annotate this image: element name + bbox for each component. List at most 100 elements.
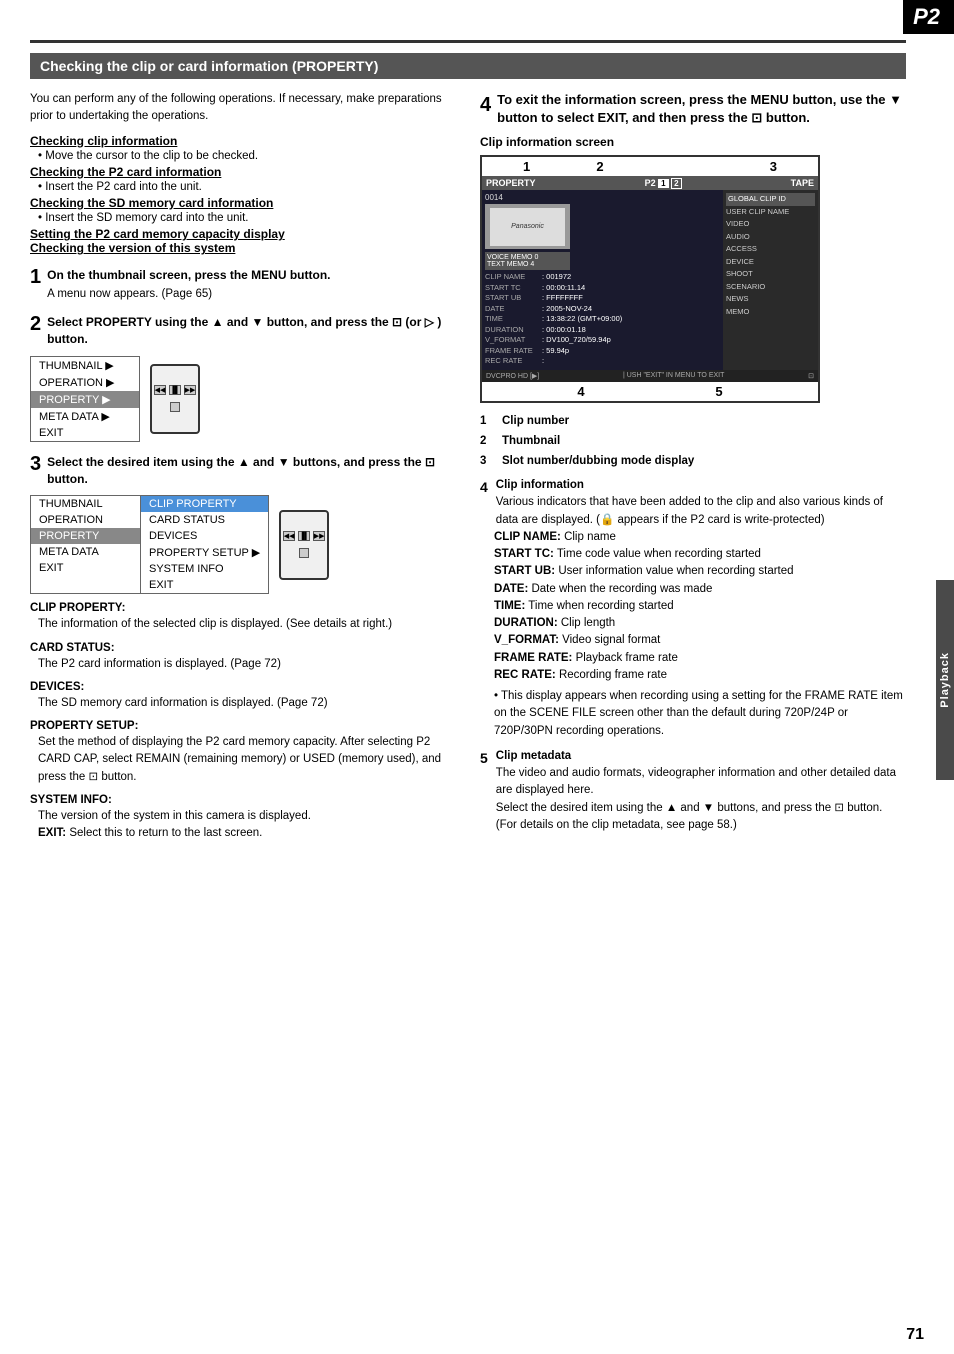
setting-p2-heading: Setting the P2 card memory capacity disp… xyxy=(30,227,460,241)
playback-label: Playback xyxy=(939,652,951,708)
screen-top-bar: PROPERTY P2 1 2 TAPE xyxy=(482,176,818,190)
system-info-section: SYSTEM INFO: The version of the system i… xyxy=(30,794,460,825)
property-setup-heading: PROPERTY SETUP: xyxy=(30,720,460,732)
clip-metadata-content: Clip metadata The video and audio format… xyxy=(496,748,906,834)
playback-sidebar: Playback xyxy=(936,580,954,780)
screen-memo-item: MEMO xyxy=(726,306,815,319)
remote-btn-rewind[interactable]: ◀◀ xyxy=(154,385,166,395)
remote-btn-ffwd2[interactable]: ▶▶ xyxy=(313,531,325,541)
remote-btn-play2[interactable]: ▐▌ xyxy=(298,531,310,541)
clip-info-num-row: 4 Clip information Various indicators th… xyxy=(480,477,906,529)
intro-text: You can perform any of the following ope… xyxy=(30,91,460,126)
screen-right-panel: GLOBAL CLIP ID USER CLIP NAME VIDEO AUDI… xyxy=(723,190,818,370)
step3-menu-exit[interactable]: EXIT xyxy=(31,560,140,576)
screen-user-clip-name: USER CLIP NAME xyxy=(726,206,815,219)
menu-item-exit[interactable]: EXIT xyxy=(31,425,139,441)
screen-global-clip-id: GLOBAL CLIP ID xyxy=(726,193,815,206)
remote-btn-square[interactable] xyxy=(170,402,180,412)
devices-section: DEVICES: The SD memory card information … xyxy=(30,681,460,712)
menu-item-metadata[interactable]: META DATA ▶ xyxy=(31,408,139,425)
clip-metadata-body: The video and audio formats, videographe… xyxy=(496,767,896,796)
step1-subtext: A menu now appears. (Page 65) xyxy=(30,286,460,302)
step3-menu-metadata[interactable]: META DATA xyxy=(31,544,140,560)
item-clip-number: 1 Clip number xyxy=(480,413,906,429)
sub-clip-property[interactable]: CLIP PROPERTY xyxy=(141,496,268,512)
step3-submenu-container: THUMBNAIL OPERATION PROPERTY META DATA E… xyxy=(30,495,460,594)
remote-btn-play[interactable]: ▐▌ xyxy=(169,385,181,395)
clip-info-content: Clip information Various indicators that… xyxy=(496,477,906,529)
remote-btn-ffwd[interactable]: ▶▶ xyxy=(184,385,196,395)
checking-p2-heading: Checking the P2 card information xyxy=(30,165,460,179)
step2-menu: THUMBNAIL ▶ OPERATION ▶ PROPERTY ▶ META … xyxy=(30,356,140,442)
screen-top-right: TAPE xyxy=(791,178,814,188)
clip-info-sub-items: CLIP NAME: Clip name START TC: Time code… xyxy=(480,529,906,740)
screen-left-panel: 0014 Panasonic VOICE MEMO 0 TEXT MEMO 4 xyxy=(482,190,723,370)
step4-text: To exit the information screen, press th… xyxy=(497,91,906,127)
sub-devices[interactable]: DEVICES xyxy=(141,528,268,544)
devices-heading: DEVICES: xyxy=(30,681,460,693)
clip-info-screen-label: Clip information screen xyxy=(480,135,906,149)
sub-system-info[interactable]: SYSTEM INFO xyxy=(141,561,268,577)
checking-version-heading: Checking the version of this system xyxy=(30,241,460,255)
step3-main-menu: THUMBNAIL OPERATION PROPERTY META DATA E… xyxy=(30,495,140,594)
menu-item-thumbnail[interactable]: THUMBNAIL ▶ xyxy=(31,357,139,374)
remote-btn-rewind2[interactable]: ◀◀ xyxy=(283,531,295,541)
card-status-heading: CARD STATUS: xyxy=(30,642,460,654)
property-setup-body: Set the method of displaying the P2 card… xyxy=(30,734,460,786)
clip-info-body: Various indicators that have been added … xyxy=(496,496,883,525)
item-slot-number: 3 Slot number/dubbing mode display xyxy=(480,453,906,469)
step2-menu-container: THUMBNAIL ▶ OPERATION ▶ PROPERTY ▶ META … xyxy=(30,356,460,442)
screen-num-4: 4 xyxy=(577,384,584,399)
screen-body: 0014 Panasonic VOICE MEMO 0 TEXT MEMO 4 xyxy=(482,190,818,370)
remote-btn-square2[interactable] xyxy=(299,548,309,558)
step3-menu-operation[interactable]: OPERATION xyxy=(31,512,140,528)
checking-clip-text: Move the cursor to the clip to be checke… xyxy=(30,148,460,165)
step3: 3 Select the desired item using the ▲ an… xyxy=(30,454,460,488)
screen-clip-num: 0014 xyxy=(485,193,720,202)
screen-thumbnail: Panasonic xyxy=(485,204,570,249)
screen-scenario: SCENARIO xyxy=(726,281,815,294)
menu-item-operation[interactable]: OPERATION ▶ xyxy=(31,374,139,391)
step1-text: On the thumbnail screen, press the MENU … xyxy=(47,267,460,284)
left-column: You can perform any of the following ope… xyxy=(30,91,460,842)
system-info-heading: SYSTEM INFO: xyxy=(30,794,460,806)
screen-num-5: 5 xyxy=(715,384,722,399)
item-thumbnail: 2 Thumbnail xyxy=(480,433,906,449)
step1: 1 On the thumbnail screen, press the MEN… xyxy=(30,267,460,302)
clip-info-detail: 4 Clip information Various indicators th… xyxy=(480,477,906,740)
sub-property-setup[interactable]: PROPERTY SETUP ▶ xyxy=(141,544,268,561)
numbered-list: 1 Clip number 2 Thumbnail 3 Slot number/… xyxy=(480,413,906,469)
step2-text: Select PROPERTY using the ▲ and ▼ button… xyxy=(47,314,460,348)
step2: 2 Select PROPERTY using the ▲ and ▼ butt… xyxy=(30,314,460,348)
exit-section: EXIT: Select this to return to the last … xyxy=(30,825,460,842)
step3-menu-property[interactable]: PROPERTY xyxy=(31,528,140,544)
step4-num: 4 xyxy=(480,91,491,119)
screen-shoot: SHOOT xyxy=(726,268,815,281)
screen-bottom-bar: DVCPRO HD [▶] | USH "EXIT" IN MENU TO EX… xyxy=(482,370,818,382)
screen-device: DEVICE xyxy=(726,256,815,269)
step3-text: Select the desired item using the ▲ and … xyxy=(47,454,460,488)
remote-control-2: ◀◀ ▐▌ ▶▶ xyxy=(279,510,329,580)
remote-control-1: ◀◀ ▐▌ ▶▶ xyxy=(150,364,200,434)
card-status-section: CARD STATUS: The P2 card information is … xyxy=(30,642,460,673)
sub-card-status[interactable]: CARD STATUS xyxy=(141,512,268,528)
page-header: Checking the clip or card information (P… xyxy=(30,53,906,79)
step3-menu-thumbnail[interactable]: THUMBNAIL xyxy=(31,496,140,512)
step3-submenu-layout: THUMBNAIL OPERATION PROPERTY META DATA E… xyxy=(30,495,269,594)
screen-audio: AUDIO xyxy=(726,231,815,244)
clip-property-body: The information of the selected clip is … xyxy=(30,616,460,633)
screen-memo: VOICE MEMO 0 TEXT MEMO 4 xyxy=(485,252,570,270)
screen-bottom-right: | USH "EXIT" IN MENU TO EXIT xyxy=(623,372,724,380)
clip-metadata-detail: 5 Clip metadata The video and audio form… xyxy=(480,748,906,834)
sub-exit[interactable]: EXIT xyxy=(141,577,268,593)
system-info-body: The version of the system in this camera… xyxy=(30,808,460,825)
screen-bottom-left: DVCPRO HD [▶] xyxy=(486,372,539,380)
screen-video: VIDEO xyxy=(726,218,815,231)
menu-item-property[interactable]: PROPERTY ▶ xyxy=(31,391,139,408)
checking-p2-text: Insert the P2 card into the unit. xyxy=(30,179,460,196)
property-setup-section: PROPERTY SETUP: Set the method of displa… xyxy=(30,720,460,786)
screen-news: NEWS xyxy=(726,293,815,306)
screen-memo-text: TEXT MEMO 4 xyxy=(487,261,568,268)
clip-metadata-label: Clip metadata xyxy=(496,750,571,762)
screen-num-2: 2 xyxy=(596,159,603,174)
